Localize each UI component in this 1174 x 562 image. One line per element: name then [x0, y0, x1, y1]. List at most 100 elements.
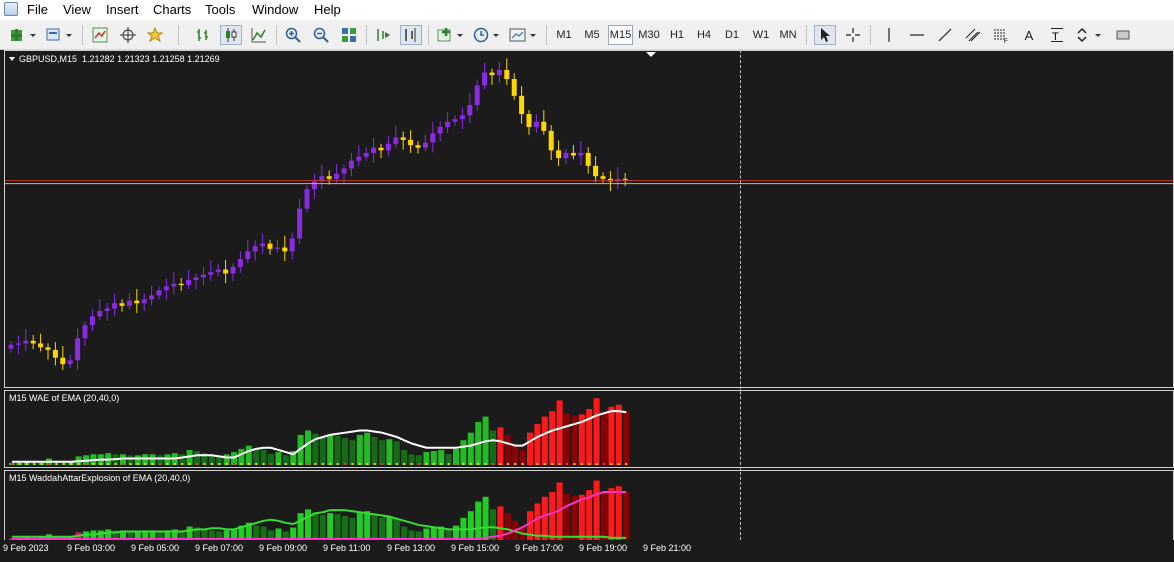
bar-chart-button[interactable] [192, 25, 214, 45]
arrows-button[interactable] [1074, 25, 1104, 45]
cursor-tool-button[interactable] [814, 25, 836, 45]
text-tool-button[interactable]: A [1018, 25, 1040, 45]
candle-body [348, 160, 354, 169]
candle-body [30, 340, 36, 344]
menu-file[interactable]: File [27, 2, 48, 18]
trendline-button[interactable] [934, 25, 956, 45]
timeframe-mn[interactable]: MN [777, 25, 799, 45]
timeframe-d1[interactable]: D1 [721, 25, 743, 45]
fibonacci-button[interactable]: F [990, 25, 1012, 45]
candle-body [267, 243, 273, 249]
wae-dot [432, 463, 435, 465]
horizontal-line-button[interactable] [906, 25, 928, 45]
menu-window[interactable]: Window [252, 2, 298, 18]
wae-bar [430, 451, 437, 465]
candlestick-chart[interactable] [5, 51, 1173, 387]
menu-view[interactable]: View [63, 2, 91, 18]
wae-dot [218, 463, 221, 465]
vertical-line-icon [888, 28, 890, 42]
wae-dot [166, 463, 169, 465]
wae-indicator-panel[interactable]: M15 WAE of EMA (20,40,0) [4, 390, 1174, 468]
zoom-out-button[interactable] [310, 25, 332, 45]
wae-dot [203, 463, 206, 465]
candle-body [23, 340, 29, 344]
vertical-line-button[interactable] [878, 25, 900, 45]
favorites-button[interactable] [146, 25, 166, 45]
wae-dot [114, 463, 117, 465]
rectangle-icon [1116, 30, 1130, 40]
candle-body [126, 300, 132, 306]
periods-button[interactable] [472, 25, 502, 45]
zoom-in-button[interactable] [282, 25, 304, 45]
candle-body [415, 145, 421, 148]
channel-icon [965, 28, 981, 42]
wae-dot [595, 463, 598, 465]
chart-shift-marker-icon[interactable] [646, 52, 656, 57]
navigator-button[interactable] [118, 25, 138, 45]
wae-dot [210, 463, 213, 465]
timeframe-w1[interactable]: W1 [750, 25, 772, 45]
crosshair-move-icon [120, 27, 136, 43]
wae-dot [262, 463, 265, 465]
candle-body [171, 283, 177, 287]
chart-menu-triangle-icon[interactable] [9, 57, 15, 61]
new-chart-button[interactable] [8, 25, 38, 45]
candle-body [474, 85, 480, 105]
tile-windows-button[interactable] [338, 25, 360, 45]
candlestick-chart-button[interactable] [220, 25, 242, 45]
menu-charts[interactable]: Charts [153, 2, 191, 18]
market-watch-button[interactable] [90, 25, 110, 45]
candle-body [274, 247, 280, 249]
timeframe-h4[interactable]: H4 [693, 25, 715, 45]
templates-button[interactable] [508, 25, 538, 45]
crosshair-tool-button[interactable] [842, 25, 864, 45]
candle-body [570, 152, 576, 156]
timeframe-h1[interactable]: H1 [666, 25, 688, 45]
candle-body [186, 279, 192, 286]
candle-body [311, 181, 317, 190]
clock-icon [473, 27, 499, 43]
app-icon[interactable] [4, 2, 18, 16]
candle-body [556, 150, 562, 159]
symbol-label: GBPUSD,M15 [19, 54, 78, 64]
wae-dot [225, 463, 228, 465]
toolbar-separator [82, 25, 83, 45]
horizontal-line-icon [910, 34, 924, 36]
arrows-icon [1077, 27, 1101, 43]
wae-bar [541, 416, 548, 465]
wae-dot [299, 463, 302, 465]
candle-body [156, 290, 162, 296]
rectangle-button[interactable] [1112, 25, 1134, 45]
auto-scroll-button[interactable] [372, 25, 394, 45]
menu-insert[interactable]: Insert [106, 2, 139, 18]
profiles-button[interactable] [44, 25, 74, 45]
menu-tools[interactable]: Tools [205, 2, 235, 18]
timeframe-m1[interactable]: M1 [553, 25, 575, 45]
main-price-panel[interactable]: GBPUSD,M15 1.21282 1.21323 1.21258 1.212… [4, 50, 1174, 388]
wae-bar [453, 448, 459, 465]
waddah-indicator-panel[interactable]: M15 WaddahAttarExplosion of EMA (20,40,0… [4, 470, 1174, 542]
wae-dot [270, 463, 272, 465]
wae-histogram[interactable] [5, 391, 1173, 467]
menu-help[interactable]: Help [314, 2, 341, 18]
timeframe-m30[interactable]: M30 [637, 25, 661, 45]
waddah-bar [386, 516, 393, 540]
candle-body [578, 152, 584, 156]
line-chart-button[interactable] [248, 25, 270, 45]
text-label-button[interactable]: T [1046, 25, 1068, 45]
profiles-icon [46, 28, 72, 41]
indicators-button[interactable] [436, 25, 466, 45]
wae-bar [319, 437, 326, 465]
timeframe-m15[interactable]: M15 [608, 25, 633, 45]
wae-dot [484, 463, 487, 465]
candle-body [519, 95, 525, 115]
toolbar-separator [546, 25, 547, 45]
wae-dot [136, 463, 139, 465]
wae-bar [349, 440, 356, 465]
chart-shift-button[interactable] [400, 25, 422, 45]
wae-dot [610, 463, 613, 465]
timeframe-m5[interactable]: M5 [581, 25, 603, 45]
equidistant-channel-button[interactable] [962, 25, 984, 45]
wae-indicator-label: M15 WAE of EMA (20,40,0) [9, 393, 120, 403]
wae-bar [615, 404, 622, 465]
